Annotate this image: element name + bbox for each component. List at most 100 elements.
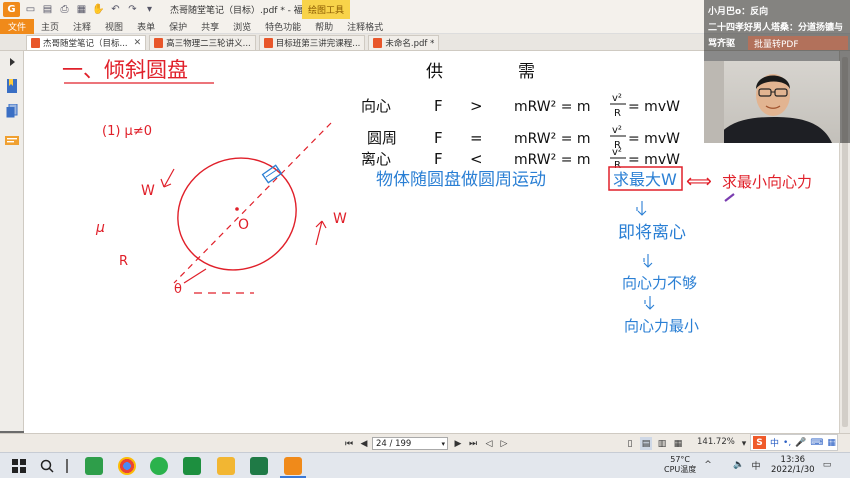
temperature-value: 57°C: [670, 455, 691, 464]
ime-indicator[interactable]: 中: [750, 459, 762, 472]
toolbox-icon[interactable]: ▦: [827, 438, 836, 448]
svg-text:<: <: [470, 150, 483, 168]
chevron-down-icon[interactable]: ▾: [441, 440, 445, 448]
notification-icon[interactable]: ▭: [820, 459, 834, 471]
disk-ellipse: [177, 157, 297, 271]
excel-icon[interactable]: [250, 457, 268, 475]
tab-form[interactable]: 表单: [130, 19, 162, 34]
wechat-icon[interactable]: [150, 457, 168, 475]
customize-icon[interactable]: ▾: [143, 3, 156, 16]
save-icon[interactable]: ▤: [41, 3, 54, 16]
svg-text:圆周: 圆周: [367, 129, 397, 147]
search-icon[interactable]: [38, 457, 56, 475]
rotation-axis: [173, 122, 332, 284]
foxit-reader-icon[interactable]: [284, 457, 302, 475]
svg-text:F: F: [434, 97, 443, 115]
clock[interactable]: 13:36 2022/1/30: [771, 455, 815, 475]
tab-comment[interactable]: 注释: [66, 19, 98, 34]
single-page-icon[interactable]: ▯: [624, 437, 636, 450]
doc-tab[interactable]: 未命名.pdf *: [368, 35, 440, 50]
down-arrow-3: [644, 296, 655, 310]
right-text: 求最小向心力: [722, 173, 812, 191]
tab-comment-format[interactable]: 注释格式: [340, 19, 390, 34]
chat-message-1: 小月巴o：反向: [708, 7, 769, 17]
doc-tab[interactable]: 目标班第三讲完课程...: [258, 35, 366, 50]
doc-tab[interactable]: 高三物理二三轮讲义...: [149, 35, 256, 50]
svg-text:= mvW: = mvW: [628, 131, 680, 147]
next-view-icon[interactable]: ▷: [498, 437, 510, 450]
layout-icon[interactable]: ▦: [75, 3, 88, 16]
first-page-icon[interactable]: ⏮: [343, 437, 355, 450]
continuous-page-icon[interactable]: ▤: [640, 437, 652, 450]
last-page-icon[interactable]: ⏭: [467, 437, 479, 450]
tab-browse[interactable]: 浏览: [226, 19, 258, 34]
ime-mode-label[interactable]: 中: [770, 436, 779, 449]
tab-features[interactable]: 特色功能: [258, 19, 308, 34]
sentence-text: 物体随圆盘做圆周运动: [376, 170, 546, 190]
volume-icon[interactable]: 🔈: [732, 459, 746, 471]
facing-page-icon[interactable]: ▥: [656, 437, 668, 450]
print-icon[interactable]: ⎙: [58, 3, 71, 16]
tab-protect[interactable]: 保护: [162, 19, 194, 34]
batch-convert-button[interactable]: 批量转PDF: [748, 36, 848, 50]
label-w-left: W: [141, 183, 155, 199]
pdf-icon: [31, 38, 40, 48]
tab-drawing-tools[interactable]: 绘图工具: [302, 0, 351, 19]
svg-text:v²: v²: [612, 125, 622, 136]
page-number-field[interactable]: 24 / 199 ▾: [372, 437, 448, 450]
redo-icon[interactable]: ↷: [126, 3, 139, 16]
object-on-disk: [261, 164, 283, 184]
hand-icon[interactable]: ✋: [92, 3, 105, 16]
spreadsheet-app-icon[interactable]: [183, 457, 201, 475]
svg-text:v²: v²: [612, 147, 622, 158]
continuous-facing-icon[interactable]: ▦: [672, 437, 684, 450]
expand-arrow-icon[interactable]: [5, 55, 19, 69]
browser-edge-icon[interactable]: [85, 457, 103, 475]
windows-start-icon[interactable]: [10, 457, 28, 475]
app-logo-icon[interactable]: G: [3, 2, 20, 17]
pdf-icon: [263, 38, 273, 48]
tab-share[interactable]: 共享: [194, 19, 226, 34]
chat-message-2: 二十四孝好男人塔桑：分道扬镳与: [708, 23, 844, 33]
pages-icon[interactable]: [5, 104, 19, 118]
svg-text:mRW² = m: mRW² = m: [514, 131, 591, 147]
cpu-temperature[interactable]: 57°C CPU温度: [664, 455, 696, 475]
open-icon[interactable]: ▭: [24, 3, 37, 16]
zoom-dropdown-icon[interactable]: ▾: [739, 437, 749, 450]
svg-text:>: >: [470, 97, 483, 115]
svg-text:向心: 向心: [361, 97, 391, 115]
undo-icon[interactable]: ↶: [109, 3, 122, 16]
case-label: (1) μ≠0: [102, 124, 152, 139]
sogou-logo-icon[interactable]: S: [753, 436, 766, 449]
tab-file[interactable]: 文件: [0, 18, 35, 34]
microphone-icon[interactable]: 🎤: [795, 438, 806, 448]
folder-icon[interactable]: [217, 457, 235, 475]
chrome-icon[interactable]: [118, 457, 136, 475]
zoom-level[interactable]: 141.72%: [697, 437, 735, 447]
demand-label: 需: [518, 62, 535, 82]
rotation-arrow-left: [160, 168, 175, 188]
close-icon[interactable]: ✕: [134, 38, 142, 48]
bookmark-icon[interactable]: [5, 79, 19, 93]
supply-label: 供: [426, 62, 443, 82]
next-page-icon[interactable]: ▶: [452, 437, 464, 450]
keyboard-icon[interactable]: ⌨: [810, 438, 823, 448]
tab-help[interactable]: 帮助: [308, 19, 340, 34]
doc-tab-label: 杰哥随堂笔记（目标...: [43, 39, 128, 49]
svg-text:v²: v²: [612, 93, 622, 104]
chevron-up-icon[interactable]: ^: [703, 459, 713, 471]
prev-view-icon[interactable]: ◁: [483, 437, 495, 450]
doc-tab-label: 未命名.pdf *: [385, 39, 435, 49]
tab-view[interactable]: 视图: [98, 19, 130, 34]
doc-tab-label: 目标班第三讲完课程...: [275, 39, 361, 49]
comments-icon[interactable]: [5, 135, 19, 149]
equivalence-arrow: ⟺: [686, 171, 712, 192]
punctuation-icon[interactable]: •,: [783, 438, 791, 448]
disk-center: [235, 207, 239, 211]
prev-page-icon[interactable]: ◀: [358, 437, 370, 450]
svg-text:F: F: [434, 150, 443, 168]
doc-tab[interactable]: 杰哥随堂笔记（目标... ✕: [26, 35, 147, 50]
ime-toolbar[interactable]: S 中 •, 🎤 ⌨ ▦: [750, 434, 838, 451]
svg-text:= mvW: = mvW: [628, 99, 680, 115]
tab-home[interactable]: 主页: [34, 19, 66, 34]
